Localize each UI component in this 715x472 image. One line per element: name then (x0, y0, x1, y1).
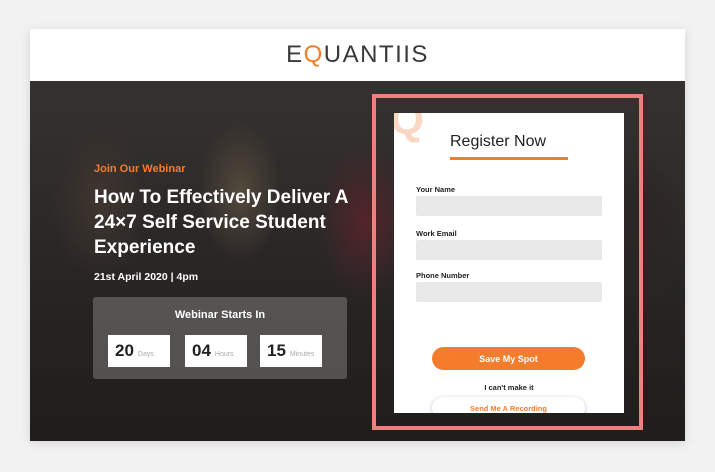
webinar-kicker: Join Our Webinar (94, 163, 186, 175)
logo-text-q: Q (303, 41, 324, 68)
save-my-spot-button[interactable]: Save My Spot (432, 347, 585, 370)
brand-logo[interactable]: EQUANTIIS (286, 41, 429, 69)
registration-form: Q Register Now Your Name Work Email Phon… (394, 113, 624, 413)
countdown-days-value: 20 (115, 341, 134, 360)
header: EQUANTIIS (30, 29, 685, 81)
countdown-days: 20 Days (108, 335, 170, 367)
countdown-minutes: 15 Minutes (260, 335, 322, 367)
email-input[interactable] (416, 240, 602, 260)
name-label: Your Name (416, 185, 456, 194)
name-input[interactable] (416, 196, 602, 216)
countdown-minutes-value: 15 (267, 341, 286, 360)
phone-input[interactable] (416, 282, 602, 302)
webinar-date: 21st April 2020 | 4pm (94, 271, 199, 283)
countdown-title: Webinar Starts In (174, 309, 266, 321)
send-recording-button[interactable]: Send Me A Recording (432, 397, 585, 413)
countdown-hours: 04 Hours (185, 335, 247, 367)
form-title-underline (450, 157, 568, 160)
countdown-days-unit: Days (137, 350, 154, 358)
countdown-panel: Webinar Starts In 20 Days 04 Hours 15 Mi… (93, 297, 347, 379)
logo-text-e: E (286, 41, 304, 68)
countdown-minutes-unit: Minutes (289, 350, 315, 358)
landing-card: EQUANTIIS Join Our Webinar How To Effect… (30, 29, 685, 441)
cant-make-it-text: I can't make it (484, 383, 534, 392)
form-title: Register Now (450, 133, 547, 150)
form-decor-q: Q (394, 113, 425, 144)
countdown-hours-value: 04 (192, 341, 211, 360)
countdown-hours-unit: Hours (214, 350, 234, 358)
email-label: Work Email (416, 229, 457, 238)
webinar-title: How To Effectively Deliver A 24×7 Self S… (94, 187, 348, 258)
phone-label: Phone Number (416, 271, 470, 280)
logo-text-rest: UANTIIS (323, 41, 429, 68)
